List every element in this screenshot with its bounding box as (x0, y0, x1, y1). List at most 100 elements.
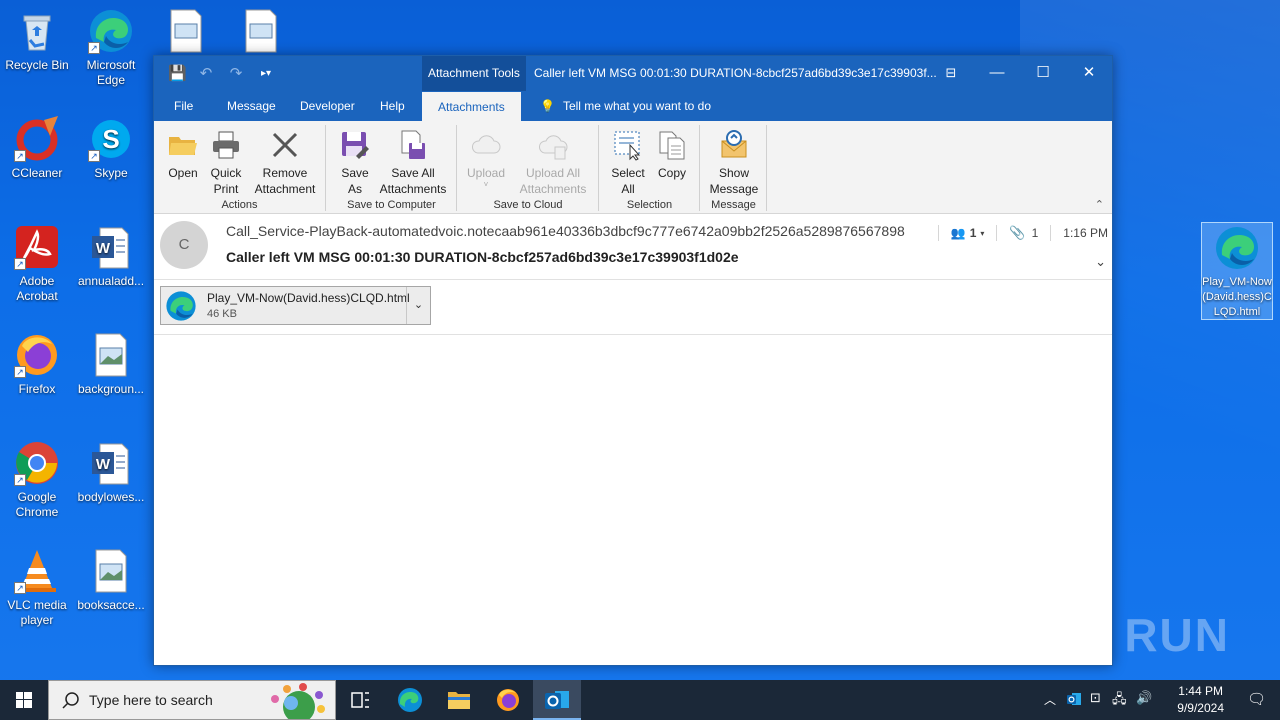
tab-developer[interactable]: Developer (300, 91, 355, 121)
attachment-bar: Play_VM-Now(David.hess)CLQD.html 46 KB ⌄ (154, 280, 1112, 335)
desktop-icon-label: VLC media player (7, 598, 67, 627)
taskbar-firefox[interactable] (484, 680, 532, 720)
tell-me-box[interactable]: 💡 Tell me what you want to do (540, 91, 711, 121)
desktop-icon-skype[interactable]: S ↗ Skype (75, 116, 147, 181)
ribbon-display-options-icon[interactable]: ⊟ (928, 56, 974, 91)
message-body[interactable] (154, 335, 1112, 666)
maximize-button[interactable]: ☐ (1020, 56, 1066, 91)
sender[interactable]: Call_Service-PlayBack-automatedvoic.note… (226, 223, 905, 239)
save-all-icon (397, 129, 429, 161)
desktop-icon-image-1[interactable] (150, 8, 222, 58)
desktop-icon-bodylowes[interactable]: W bodylowes... (75, 440, 147, 505)
folder-icon (448, 692, 470, 709)
taskbar-clock[interactable]: 1:44 PM 9/9/2024 (1177, 683, 1224, 717)
divider (937, 225, 939, 241)
desktop-icon-label: CCleaner (11, 166, 63, 180)
taskbar-edge[interactable] (386, 680, 434, 720)
attachment-count[interactable]: 📎 1 (1009, 225, 1038, 241)
people-button[interactable]: 👥 1 ▾ (951, 226, 985, 240)
show-message-button[interactable]: Show Message (707, 129, 761, 197)
skype-icon: S ↗ (88, 116, 134, 162)
desktop-icon-play-vm-html[interactable]: Play_VM-Now(David.hess)CLQD.html (1201, 222, 1273, 320)
save-icon[interactable]: 💾 (168, 64, 187, 82)
task-view-button[interactable] (336, 680, 384, 720)
redo-icon[interactable]: ↷ (228, 64, 244, 82)
group-label: Save to Computer (347, 199, 436, 211)
attachment-name: Play_VM-Now(David.hess)CLQD.html (207, 291, 410, 305)
avatar: C (160, 221, 208, 269)
tab-attachments[interactable]: Attachments (422, 91, 521, 122)
desktop-icon-google-chrome[interactable]: ↗ Google Chrome (1, 440, 73, 520)
outlook-tray-icon[interactable] (1066, 691, 1082, 710)
customize-toolbar-icon[interactable]: ▸▾ (258, 68, 274, 79)
desktop-icon-label: Adobe Acrobat (16, 274, 58, 303)
desktop-icon-label: annualadd... (77, 274, 145, 288)
desktop-icon-vlc[interactable]: ↗ VLC media player (1, 548, 73, 628)
window-title: Caller left VM MSG 00:01:30 DURATION-8cb… (534, 66, 937, 80)
desktop-icon-backgroun[interactable]: backgroun... (75, 332, 147, 397)
group-label: Save to Cloud (493, 199, 563, 211)
show-message-icon (718, 129, 750, 161)
desktop-icon-label: Google Chrome (15, 490, 59, 519)
firefox-icon (497, 689, 519, 711)
search-placeholder: Type here to search (89, 692, 213, 708)
shortcut-arrow-icon: ↗ (14, 582, 26, 594)
close-button[interactable]: ✕ (1066, 56, 1112, 91)
undo-icon[interactable]: ↶ (198, 64, 214, 82)
tab-file[interactable]: File (174, 91, 193, 121)
tab-message[interactable]: Message (227, 91, 276, 121)
collapse-ribbon-icon[interactable]: ⌃ (1095, 198, 1104, 211)
quick-print-button[interactable]: Quick Print (206, 129, 246, 197)
desktop-icon-label: Microsoft Edge (86, 58, 136, 87)
desktop-icon-microsoft-edge[interactable]: ↗ Microsoft Edge (75, 8, 147, 88)
title-bar: 💾 ↶ ↷ ▸▾ Attachment Tools Caller left VM… (154, 56, 1112, 91)
desktop-icon-booksacce[interactable]: booksacce... (75, 548, 147, 613)
desktop-icon-ccleaner[interactable]: ↗ CCleaner (1, 116, 73, 181)
shortcut-arrow-icon: ↗ (88, 150, 100, 162)
upload-all-attachments-button[interactable]: Upload All Attachments (512, 129, 594, 197)
tell-me-text: Tell me what you want to do (562, 99, 712, 113)
windows-logo-icon (16, 692, 32, 708)
desktop-icon-recycle-bin[interactable]: Recycle Bin (1, 8, 73, 73)
search-icon (62, 692, 79, 709)
group-label: Message (711, 199, 756, 211)
remove-x-icon (269, 129, 301, 161)
attachment-item[interactable]: Play_VM-Now(David.hess)CLQD.html 46 KB ⌄ (160, 286, 431, 325)
start-button[interactable] (0, 680, 48, 720)
network-icon[interactable]: 🖧 (1112, 690, 1127, 712)
minimize-button[interactable]: — (974, 56, 1020, 91)
desktop-icon-firefox[interactable]: ↗ Firefox (1, 332, 73, 397)
volume-icon[interactable]: 🔊 (1136, 690, 1152, 706)
notifications-icon[interactable]: 🗨 (1247, 690, 1266, 708)
expand-header-chevron-icon[interactable]: ⌄ (1095, 254, 1106, 270)
word-document-icon: W (88, 224, 134, 270)
show-hidden-icons-chevron-icon[interactable]: ︿ (1044, 691, 1056, 708)
device-icon[interactable]: ⊡ (1090, 690, 1101, 706)
edge-icon (398, 688, 422, 712)
message-meta: 👥 1 ▾ 📎 1 1:16 PM (926, 225, 1112, 241)
desktop-icon-annualadd[interactable]: W annualadd... (75, 224, 147, 289)
chevron-down-icon: ▾ (980, 228, 985, 238)
tab-help[interactable]: Help (380, 91, 405, 121)
save-as-button[interactable]: Save As (337, 129, 373, 197)
ribbon-group-message: Show Message Message (701, 125, 767, 211)
remove-attachment-button[interactable]: Remove Attachment (251, 129, 319, 197)
attachment-size: 46 KB (207, 308, 237, 320)
cloud-upload-icon (470, 129, 502, 161)
taskbar-search[interactable]: Type here to search (48, 680, 336, 720)
attachment-dropdown-icon[interactable]: ⌄ (406, 287, 430, 324)
open-button[interactable]: Open (164, 129, 202, 181)
desktop-icon-label: Skype (94, 166, 128, 180)
divider (996, 225, 998, 241)
taskbar-outlook[interactable] (533, 680, 581, 720)
save-as-icon (339, 129, 371, 161)
save-all-attachments-button[interactable]: Save All Attachments (377, 129, 449, 197)
taskbar-file-explorer[interactable] (435, 680, 483, 720)
ribbon-group-save-to-cloud: Upload ˅ Upload All Attachments Save to … (458, 125, 599, 211)
upload-button[interactable]: Upload ˅ (464, 129, 508, 189)
copy-button[interactable]: Copy (652, 129, 692, 181)
desktop-icon-image-2[interactable] (225, 8, 297, 58)
select-all-button[interactable]: Select All (608, 129, 648, 197)
desktop-icon-adobe-acrobat[interactable]: ↗ Adobe Acrobat (1, 224, 73, 304)
ribbon: Open Quick Print Remove Attachment Actio… (154, 121, 1112, 214)
